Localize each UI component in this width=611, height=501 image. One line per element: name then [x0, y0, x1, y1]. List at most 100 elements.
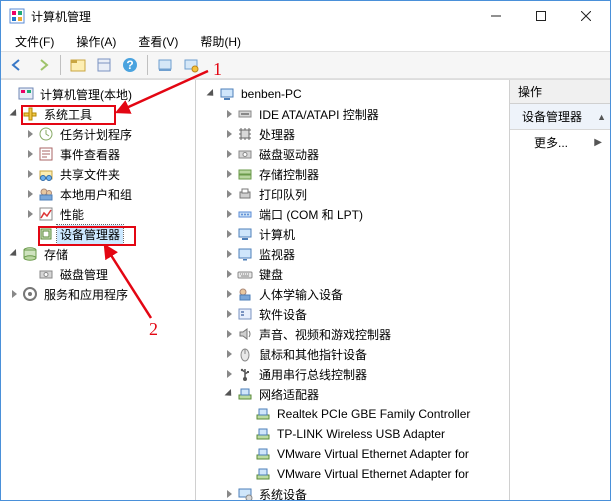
node-device[interactable]: 设备管理器 [3, 224, 193, 244]
menu-help[interactable]: 帮助(H) [190, 31, 251, 52]
close-button[interactable] [563, 2, 608, 31]
sys-icon [237, 486, 253, 500]
device-item[interactable]: VMware Virtual Ethernet Adapter for [198, 464, 507, 484]
node-storage[interactable]: 存储 [3, 244, 193, 264]
toolbar: ? [1, 51, 610, 79]
chevron-icon[interactable] [222, 127, 236, 141]
forward-button[interactable] [31, 53, 55, 77]
device-item[interactable]: Realtek PCIe GBE Family Controller [198, 404, 507, 424]
toolbar-separator [147, 55, 148, 75]
chevron-icon[interactable] [222, 387, 236, 401]
diskdrv-icon [237, 146, 253, 162]
chevron-icon[interactable] [222, 367, 236, 381]
chevron-icon[interactable] [222, 167, 236, 181]
device-category[interactable]: 存储控制器 [198, 164, 507, 184]
chevron-icon[interactable] [222, 227, 236, 241]
window-title: 计算机管理 [31, 8, 473, 25]
chevron-icon[interactable] [222, 307, 236, 321]
usb-icon [237, 366, 253, 382]
device-category[interactable]: 监视器 [198, 244, 507, 264]
device-category[interactable]: 端口 (COM 和 LPT) [198, 204, 507, 224]
node-perf[interactable]: 性能 [3, 204, 193, 224]
minimize-button[interactable] [473, 2, 518, 31]
pc2-icon [237, 226, 253, 242]
device-item[interactable]: TP-LINK Wireless USB Adapter [198, 424, 507, 444]
menubar: 文件(F) 操作(A) 查看(V) 帮助(H) [1, 31, 610, 51]
device-category[interactable]: 通用串行总线控制器 [198, 364, 507, 384]
print-icon [237, 186, 253, 202]
device-category[interactable]: 声音、视频和游戏控制器 [198, 324, 507, 344]
chevron-icon[interactable] [222, 107, 236, 121]
neta-icon [255, 426, 271, 442]
back-button[interactable] [5, 53, 29, 77]
help-button[interactable]: ? [118, 53, 142, 77]
chevron-icon[interactable] [222, 207, 236, 221]
cpu-icon [237, 126, 253, 142]
node-system-tools[interactable]: 系统工具 [3, 104, 193, 124]
device-category[interactable]: 打印队列 [198, 184, 507, 204]
chevron-icon[interactable] [222, 147, 236, 161]
up-button[interactable] [66, 53, 90, 77]
chevron-down-icon[interactable] [204, 87, 218, 101]
toolbar-separator [60, 55, 61, 75]
users-icon [38, 186, 54, 202]
node-computer-management[interactable]: 计算机管理(本地) [3, 84, 193, 104]
chevron-right-icon[interactable] [23, 187, 37, 201]
node-event[interactable]: 事件查看器 [3, 144, 193, 164]
device-icon [38, 226, 54, 242]
node-users[interactable]: 本地用户和组 [3, 184, 193, 204]
scope-pane[interactable]: 计算机管理(本地) 系统工具 任务计划程序事件查看器共享文件夹本地用 [1, 80, 196, 500]
device-category[interactable]: IDE ATA/ATAPI 控制器 [198, 104, 507, 124]
chevron-right-icon: ▶ [594, 137, 602, 148]
device-category[interactable]: 鼠标和其他指针设备 [198, 344, 507, 364]
chevron-icon[interactable] [222, 247, 236, 261]
task-icon [38, 126, 54, 142]
view-button-1[interactable] [153, 53, 177, 77]
chevron-icon[interactable] [222, 187, 236, 201]
device-category[interactable]: 计算机 [198, 224, 507, 244]
chevron-icon[interactable] [222, 327, 236, 341]
chevron-icon[interactable] [222, 267, 236, 281]
node-disk-management[interactable]: 磁盘管理 [3, 264, 193, 284]
chevron-down-icon[interactable] [7, 247, 21, 261]
device-category[interactable]: 键盘 [198, 264, 507, 284]
services-icon [22, 286, 38, 302]
actions-pane: 操作 设备管理器 ▲ 更多... ▶ [510, 80, 610, 500]
chevron-icon[interactable] [222, 487, 236, 500]
tools-icon [22, 106, 38, 122]
result-pane[interactable]: benben-PC IDE ATA/ATAPI 控制器处理器磁盘驱动器存储控制器… [196, 80, 510, 500]
device-item[interactable]: VMware Virtual Ethernet Adapter for [198, 444, 507, 464]
neta-icon [255, 446, 271, 462]
device-category[interactable]: 系统设备 [198, 484, 507, 500]
chevron-right-icon[interactable] [23, 127, 37, 141]
node-task[interactable]: 任务计划程序 [3, 124, 193, 144]
chevron-right-icon[interactable] [23, 207, 37, 221]
mmc-icon [18, 86, 34, 102]
menu-action[interactable]: 操作(A) [66, 31, 126, 52]
actions-context[interactable]: 设备管理器 ▲ [510, 104, 610, 130]
neta-icon [255, 406, 271, 422]
chevron-right-icon[interactable] [23, 147, 37, 161]
device-category[interactable]: 软件设备 [198, 304, 507, 324]
device-category[interactable]: 处理器 [198, 124, 507, 144]
device-category[interactable]: 磁盘驱动器 [198, 144, 507, 164]
chevron-right-icon[interactable] [7, 287, 21, 301]
chevron-icon[interactable] [222, 347, 236, 361]
view-button-2[interactable] [179, 53, 203, 77]
actions-more[interactable]: 更多... ▶ [510, 130, 610, 155]
chevron-up-icon: ▲ [597, 112, 606, 122]
menu-view[interactable]: 查看(V) [128, 31, 188, 52]
menu-file[interactable]: 文件(F) [5, 31, 64, 52]
device-root[interactable]: benben-PC [198, 84, 507, 104]
properties-button[interactable] [92, 53, 116, 77]
device-category[interactable]: 人体学输入设备 [198, 284, 507, 304]
maximize-button[interactable] [518, 2, 563, 31]
chevron-right-icon[interactable] [23, 167, 37, 181]
chevron-icon[interactable] [222, 287, 236, 301]
soft-icon [237, 306, 253, 322]
node-share[interactable]: 共享文件夹 [3, 164, 193, 184]
device-category[interactable]: 网络适配器 [198, 384, 507, 404]
net-icon [237, 386, 253, 402]
node-services-apps[interactable]: 服务和应用程序 [3, 284, 193, 304]
chevron-down-icon[interactable] [7, 107, 21, 121]
